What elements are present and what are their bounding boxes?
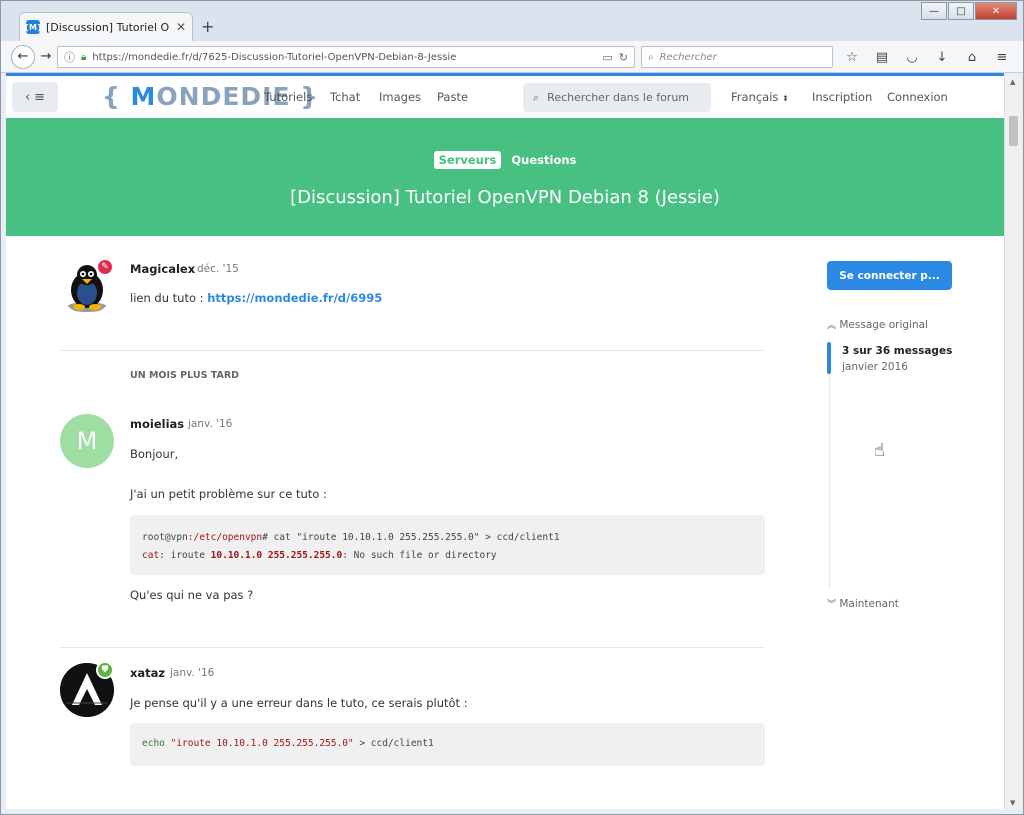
post-link[interactable]: https://mondedie.fr/d/6995 — [207, 291, 382, 305]
reader-view-icon[interactable]: ▭ — [602, 51, 612, 64]
wrench-icon: ✎ — [96, 258, 114, 276]
discussion-title: [Discussion] Tutoriel OpenVPN Debian 8 (… — [290, 187, 720, 208]
post-text-line: Je pense qu'il y a une erreur dans le tu… — [130, 696, 468, 710]
post-author[interactable]: xataz — [130, 666, 165, 680]
tag-list: Serveurs Questions — [6, 151, 1004, 169]
time-gap-separator: UN MOIS PLUS TARD — [130, 370, 240, 381]
close-window-button[interactable]: ✕ — [975, 2, 1017, 20]
favicon-icon: {M} — [23, 20, 43, 34]
connect-reply-button[interactable]: Se connecter p... — [827, 261, 952, 290]
double-chevron-up-icon: ︽ — [827, 321, 837, 331]
post-text-line: Bonjour, — [130, 447, 179, 461]
post-date[interactable]: déc. '15 — [197, 263, 239, 275]
forum-search-placeholder: Rechercher dans le forum — [547, 91, 690, 104]
nav-images[interactable]: Images — [379, 90, 421, 104]
code-line: cat: iroute 10.10.1.0 255.255.255.0: No … — [142, 550, 497, 561]
browser-window: {M} [Discussion] Tutoriel OpenVPN Debian… — [0, 0, 1024, 815]
forum-search-input[interactable]: ⌕ Rechercher dans le forum — [523, 83, 711, 112]
scrubber-position: 3 sur 36 messages — [842, 345, 953, 357]
nav-tchat[interactable]: Tchat — [330, 90, 360, 104]
home-icon[interactable]: ⌂ — [961, 46, 983, 68]
close-tab-icon[interactable]: ✕ — [176, 20, 186, 34]
search-icon: ⌕ — [648, 51, 654, 63]
bookmark-star-icon[interactable]: ☆ — [841, 46, 863, 68]
code-block: echo "iroute 10.10.1.0 255.255.255.0" > … — [130, 723, 765, 766]
url-bar[interactable]: ⓘ 🔒︎ https://mondedie.fr/d/7625-Discussi… — [57, 46, 635, 68]
chevron-left-icon: ‹ — [24, 89, 31, 105]
signup-link[interactable]: Inscription — [812, 90, 872, 104]
site-header: ‹ ≡ { MONDEDIE } Tutoriels Tchat Images P… — [6, 76, 1004, 118]
tab-strip: {M} [Discussion] Tutoriel OpenVPN Debian… — [1, 1, 1023, 41]
scrubber-handle[interactable] — [827, 342, 831, 374]
shield-icon: ⛊ — [96, 661, 114, 679]
download-icon[interactable]: ↓ — [931, 46, 953, 68]
scrollbar-thumb[interactable] — [1009, 116, 1018, 146]
info-icon[interactable]: ⓘ — [64, 49, 75, 65]
divider — [60, 350, 765, 351]
new-tab-icon[interactable]: + — [201, 17, 214, 36]
language-select[interactable]: Français ⬍ — [731, 90, 789, 104]
avatar-letter: M — [76, 427, 98, 455]
toolbar-icons: ☆ ▤ ◡ ↓ ⌂ ≡ — [841, 46, 1013, 68]
tag-serveurs[interactable]: Serveurs — [433, 151, 502, 169]
tag-questions[interactable]: Questions — [511, 151, 576, 169]
maximize-button[interactable]: □ — [948, 2, 974, 20]
nav-tutoriels[interactable]: Tutoriels — [264, 90, 312, 104]
divider — [60, 647, 765, 648]
pocket-icon[interactable]: ◡ — [901, 46, 923, 68]
post-author[interactable]: moielias — [130, 417, 184, 431]
tab-title: [Discussion] Tutoriel OpenVPN Debian 8 (… — [46, 20, 170, 34]
login-link[interactable]: Connexion — [887, 90, 948, 104]
browser-search-input[interactable]: ⌕ Rechercher — [641, 46, 833, 68]
nav-paste[interactable]: Paste — [437, 90, 468, 104]
scroll-down-icon[interactable]: ▼ — [1010, 799, 1015, 807]
sort-icon: ⬍ — [782, 94, 789, 103]
discussion-hero: Serveurs Questions [Discussion] Tutoriel… — [6, 118, 1004, 236]
reload-icon[interactable]: ↻ — [619, 51, 628, 64]
scrubber-track[interactable] — [829, 374, 830, 588]
navigation-bar: ← → ⓘ 🔒︎ https://mondedie.fr/d/7625-Disc… — [1, 41, 1023, 73]
forward-icon[interactable]: → — [35, 46, 57, 68]
url-text: https://mondedie.fr/d/7625-Discussion-Tu… — [92, 51, 457, 63]
library-icon[interactable]: ▤ — [871, 46, 893, 68]
post-date[interactable]: janv. '16 — [170, 667, 214, 679]
scrubber-now[interactable]: ︾ Maintenant — [827, 597, 899, 610]
post-body: lien du tuto : https://mondedie.fr/d/699… — [130, 291, 383, 305]
post-date[interactable]: janv. '16 — [188, 418, 232, 430]
scrubber-original[interactable]: ︽ Message original — [827, 318, 928, 331]
avatar[interactable]: M — [60, 414, 114, 468]
post-author[interactable]: Magicalex — [130, 262, 195, 276]
scroll-up-icon[interactable]: ▲ — [1010, 78, 1015, 86]
post-text-line: J'ai un petit problème sur ce tuto : — [130, 487, 327, 501]
hand-cursor-icon: ☝ — [874, 440, 885, 461]
double-chevron-down-icon: ︾ — [827, 600, 837, 610]
hamburger-icon: ≡ — [34, 89, 46, 105]
browser-tab[interactable]: {M} [Discussion] Tutoriel OpenVPN Debian… — [19, 12, 193, 41]
search-icon: ⌕ — [533, 90, 540, 104]
drawer-toggle-button[interactable]: ‹ ≡ — [12, 82, 58, 112]
scrubber-month: janvier 2016 — [842, 361, 908, 373]
page-content: ‹ ≡ { MONDEDIE } Tutoriels Tchat Images P… — [6, 76, 1004, 809]
post-text-line: Qu'es qui ne va pas ? — [130, 588, 254, 602]
code-block: root@vpn:/etc/openvpn# cat "iroute 10.10… — [130, 515, 765, 575]
window-controls: — □ ✕ — [921, 2, 1017, 20]
lock-icon: 🔒︎ — [81, 51, 87, 63]
page-scrollbar[interactable]: ▲ ▼ — [1004, 76, 1022, 809]
search-placeholder: Rechercher — [659, 51, 717, 63]
back-icon[interactable]: ← — [11, 44, 35, 69]
code-line: root@vpn:/etc/openvpn# cat "iroute 10.10… — [142, 532, 560, 543]
minimize-button[interactable]: — — [921, 2, 947, 20]
menu-icon[interactable]: ≡ — [991, 46, 1013, 68]
